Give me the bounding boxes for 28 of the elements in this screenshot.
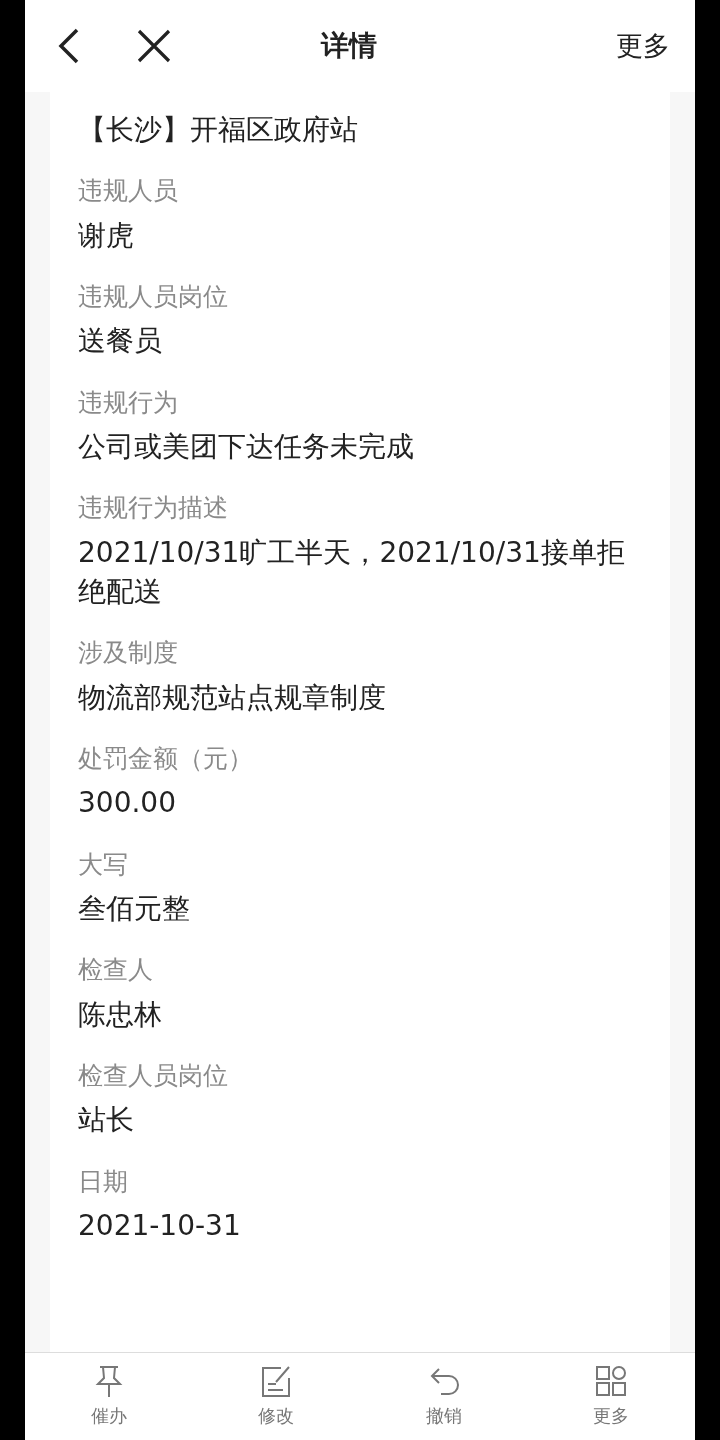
field-value: 谢虎 [78,217,135,254]
field-label: 违规行为 [78,386,179,419]
field-value: 【长沙】开福区政府站 [78,112,359,148]
toolbar-button[interactable]: 撤销 [360,1353,528,1440]
field-value: 站长 [78,1102,135,1139]
more-button[interactable]: 更多 [616,25,670,67]
field-label: 检查人员岗位 [78,1059,229,1092]
field-value: 公司或美团下达任务未完成 [78,429,415,466]
page-title: 详情 [319,28,378,64]
field-value: 物流部规范站点规章制度 [78,679,387,716]
toolbar-button[interactable]: 催办 [25,1353,193,1440]
field-label: 处罚金额（元） [78,742,254,775]
field-label: 日期 [78,1165,129,1198]
field-label: 违规人员岗位 [78,280,229,313]
toolbar-button[interactable]: 更多 [527,1353,695,1440]
field-value: 300.00 [78,785,177,822]
toolbar-button[interactable]: 修改 [192,1353,360,1440]
grid-icon [594,1364,629,1398]
field-label: 检查人 [78,954,154,987]
field-value: 送餐员 [78,323,163,360]
field-label: 涉及制度 [78,637,179,670]
field-value: 2021/10/31旷工半天，2021/10/31接单拒绝配送 [78,534,626,610]
field-value: 叁佰元整 [78,891,191,927]
field-value: 2021-10-31 [78,1208,242,1245]
field-label: 大写 [78,848,129,881]
field-label: 违规人员 [78,175,179,208]
field-value: 陈忠林 [78,996,163,1033]
field-label: 违规行为描述 [78,492,229,525]
